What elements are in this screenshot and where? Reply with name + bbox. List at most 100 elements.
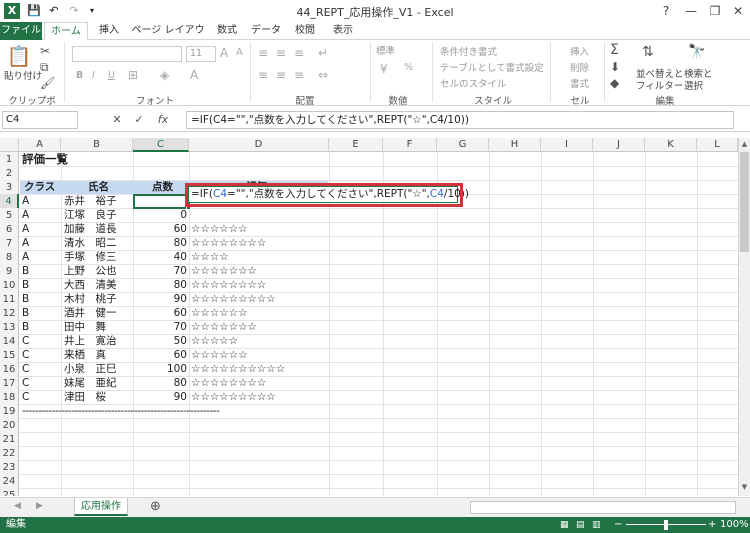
row-header[interactable]: 4 (0, 194, 19, 209)
insert-cells-button[interactable]: 挿入 (570, 44, 589, 58)
cell-class[interactable]: A (20, 208, 31, 223)
tab-file[interactable]: ファイル (0, 22, 42, 40)
cell-score[interactable]: 100 (133, 362, 189, 377)
column-header[interactable]: L (697, 138, 738, 152)
border-icon[interactable]: ⊞ (128, 68, 138, 82)
column-header[interactable]: B (61, 138, 133, 152)
cell-name[interactable]: 妹尾 亜紀 (62, 376, 119, 391)
cancel-formula-button[interactable]: ✕ (108, 112, 126, 128)
row-header[interactable]: 25 (0, 488, 19, 496)
column-header[interactable]: A (19, 138, 61, 152)
cell-name[interactable]: 大西 清美 (62, 278, 119, 293)
row-header[interactable]: 24 (0, 474, 19, 489)
cell-class[interactable]: B (20, 306, 31, 321)
formula-input[interactable]: =IF(C4="","点数を入力してください",REPT("☆",C4/10)) (186, 111, 734, 129)
cell-score[interactable]: 90 (133, 292, 189, 307)
conditional-format-button[interactable]: 条件付き書式 (440, 44, 497, 58)
cell-rating[interactable]: ☆☆☆☆☆☆ (189, 348, 249, 363)
cell-rating[interactable]: ☆☆☆☆☆☆☆☆☆ (189, 292, 278, 307)
row-header[interactable]: 12 (0, 306, 19, 321)
row-header[interactable]: 19 (0, 404, 19, 419)
format-painter-icon[interactable]: 🖌 (40, 76, 55, 90)
cell-name[interactable]: 加藤 道長 (62, 222, 119, 237)
tab-insert[interactable]: 挿入 (92, 22, 126, 40)
cell-class[interactable]: C (20, 390, 31, 405)
column-header[interactable]: C (133, 138, 189, 152)
scroll-up-icon[interactable]: ▲ (740, 140, 749, 148)
cell-score[interactable]: 80 (133, 236, 189, 251)
bold-button[interactable]: B (76, 70, 83, 81)
font-color-icon[interactable]: A (190, 68, 198, 82)
sheet-tab-active[interactable]: 応用操作 (74, 498, 128, 516)
number-format-select[interactable]: 標準 (376, 44, 432, 60)
column-header[interactable]: I (541, 138, 593, 152)
restore-button[interactable]: ❐ (704, 2, 726, 20)
column-header[interactable]: D (189, 138, 329, 152)
cell-name[interactable]: 津田 桜 (62, 390, 108, 405)
sort-filter-icon[interactable]: ⇅ (642, 44, 654, 60)
cell-class[interactable]: B (20, 278, 31, 293)
cell-name[interactable]: 来栖 真 (62, 348, 108, 363)
align-bottom-icon[interactable]: ≡ (294, 46, 304, 60)
paste-button[interactable]: 貼り付け (4, 68, 42, 82)
row-header[interactable]: 11 (0, 292, 19, 307)
cell-name[interactable]: 清水 昭二 (62, 236, 119, 251)
row-header[interactable]: 16 (0, 362, 19, 377)
active-cell-c4[interactable] (133, 194, 190, 209)
add-sheet-icon[interactable]: ⊕ (150, 499, 161, 514)
tab-formulas[interactable]: 数式 (210, 22, 244, 40)
fill-color-icon[interactable]: ◈ (160, 68, 169, 82)
cell-rating[interactable]: ☆☆☆☆☆☆☆ (189, 320, 259, 335)
cell-class[interactable]: C (20, 334, 31, 349)
cell-name[interactable]: 井上 寛治 (62, 334, 119, 349)
tab-data[interactable]: データ (248, 22, 284, 40)
row-header[interactable]: 20 (0, 418, 19, 433)
delete-cells-button[interactable]: 削除 (570, 60, 589, 74)
header-score[interactable]: 点数 (150, 180, 175, 195)
horizontal-scrollbar[interactable] (470, 501, 736, 514)
cell-score[interactable]: 80 (133, 278, 189, 293)
minimize-button[interactable]: — (680, 2, 702, 20)
cell-score[interactable]: 50 (133, 334, 189, 349)
column-header[interactable]: E (329, 138, 383, 152)
select-all-corner[interactable] (0, 138, 19, 152)
increase-font-icon[interactable]: A (220, 46, 228, 60)
row-header[interactable]: 18 (0, 390, 19, 405)
decrease-font-icon[interactable]: A (236, 47, 243, 58)
tab-home[interactable]: ホーム (44, 22, 88, 40)
row-header[interactable]: 8 (0, 250, 19, 265)
scroll-thumb[interactable] (740, 152, 749, 252)
zoom-in-button[interactable]: + (708, 517, 716, 533)
cell-class[interactable]: B (20, 264, 31, 279)
cell-name[interactable]: 木村 桃子 (62, 292, 119, 307)
tab-review[interactable]: 校閲 (288, 22, 322, 40)
font-name-select[interactable] (72, 46, 182, 62)
row-header[interactable]: 13 (0, 320, 19, 335)
row-header[interactable]: 17 (0, 376, 19, 391)
cell-score[interactable]: 60 (133, 222, 189, 237)
align-right-icon[interactable]: ≡ (294, 68, 304, 82)
row-header[interactable]: 14 (0, 334, 19, 349)
cell-score[interactable]: 70 (133, 320, 189, 335)
cell-class[interactable]: A (20, 236, 31, 251)
row-header[interactable]: 6 (0, 222, 19, 237)
cell-score[interactable]: 90 (133, 390, 189, 405)
align-top-icon[interactable]: ≡ (258, 46, 268, 60)
autosum-icon[interactable]: Σ (610, 42, 619, 58)
column-header[interactable]: K (645, 138, 697, 152)
row-header[interactable]: 7 (0, 236, 19, 251)
cell-class[interactable]: C (20, 362, 31, 377)
cell-name[interactable]: 赤井 裕子 (62, 194, 119, 209)
row-header[interactable]: 22 (0, 446, 19, 461)
close-button[interactable]: ✕ (727, 2, 749, 20)
cut-icon[interactable]: ✂ (40, 44, 50, 58)
wrap-text-icon[interactable]: ↵ (318, 46, 328, 60)
zoom-level[interactable]: 100% (720, 517, 749, 533)
italic-button[interactable]: I (92, 70, 95, 81)
cell-rating[interactable]: ☆☆☆☆☆☆☆ (189, 264, 259, 279)
cell-class[interactable]: A (20, 250, 31, 265)
find-select-label-2[interactable]: 選択 (684, 78, 703, 92)
cell-score[interactable]: 70 (133, 264, 189, 279)
row-header[interactable]: 23 (0, 460, 19, 475)
column-header[interactable]: J (593, 138, 645, 152)
